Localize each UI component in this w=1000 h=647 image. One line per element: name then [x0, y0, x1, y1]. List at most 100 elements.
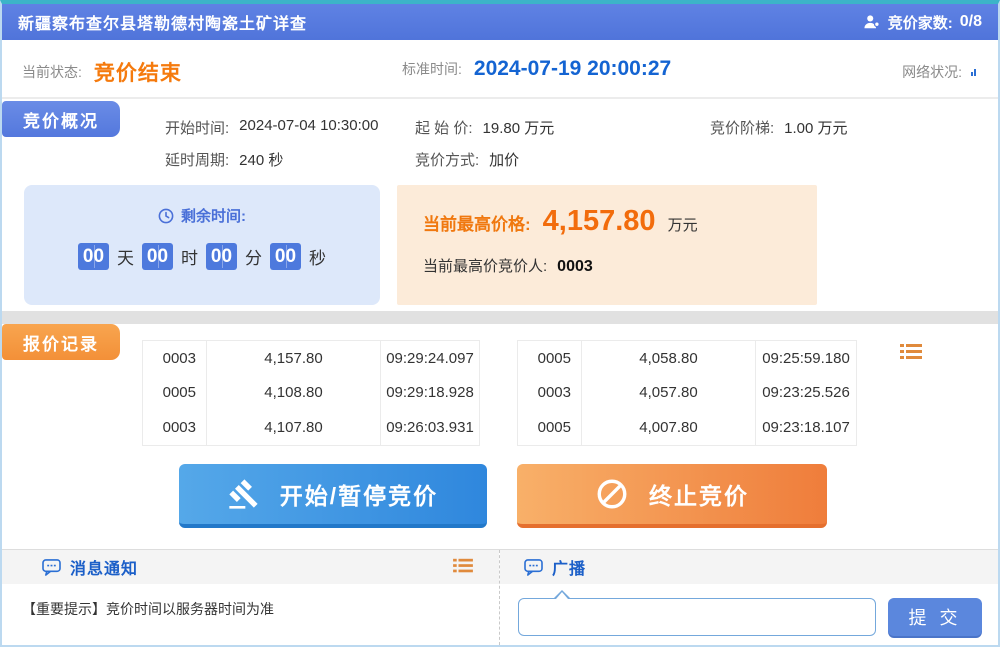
section-divider — [2, 311, 998, 324]
auction-page: 新疆察布查尔县塔勒德村陶瓷土矿详查 竞价家数: 0/8 当前状态: 竞价结束 标… — [0, 0, 1000, 647]
bidders-count: 竞价家数: 0/8 — [863, 12, 998, 33]
bidder-cell: 0005 — [518, 341, 582, 376]
field-bid-mode: 竞价方式: 加价 — [415, 149, 519, 170]
table-row: 0005 4,007.80 09:23:18.107 — [518, 410, 856, 445]
time-cell: 09:26:03.931 — [381, 410, 479, 445]
gavel-icon — [228, 478, 260, 510]
countdown-panel: 剩余时间: 00 天 00 时 00 分 00 秒 — [24, 185, 380, 305]
table-row: 0003 4,157.80 09:29:24.097 — [143, 341, 479, 376]
broadcast-title: 广播 — [552, 555, 586, 579]
bidders-value: 0/8 — [960, 13, 982, 31]
highest-price-row: 当前最高价格: 4,157.80 万元 — [423, 205, 817, 238]
price-cell: 4,007.80 — [582, 410, 756, 445]
highest-price-panel: 当前最高价格: 4,157.80 万元 当前最高价竞价人: 0003 — [397, 185, 817, 305]
broadcast-input-row: 提 交 — [500, 584, 998, 636]
highest-bidder-row: 当前最高价竞价人: 0003 — [423, 255, 817, 276]
message-bubble-icon — [42, 559, 61, 576]
bidder-cell: 0005 — [518, 410, 582, 445]
countdown-label-row: 剩余时间: — [24, 205, 380, 226]
state-label: 当前状态: — [22, 62, 82, 82]
unit-seconds: 秒 — [309, 244, 326, 269]
network-label: 网络状况: — [902, 62, 962, 82]
unit-days: 天 — [117, 244, 134, 269]
countdown-days: 00 — [78, 243, 109, 270]
time-label: 标准时间: — [402, 59, 462, 79]
list-icon — [900, 342, 922, 362]
field-increment: 竞价阶梯: 1.00 万元 — [710, 117, 848, 138]
time-cell: 09:29:24.097 — [381, 341, 479, 376]
notice-list-icon[interactable] — [453, 557, 473, 578]
state-value: 竞价结束 — [94, 57, 182, 87]
field-value: 1.00 万元 — [784, 117, 847, 138]
notice-header: 消息通知 — [2, 550, 499, 584]
time-value: 2024-07-19 20:00:27 — [474, 57, 671, 81]
notice-panel: 消息通知 【重要提示】竞价时间以服务器时间为准 — [2, 550, 499, 645]
prohibit-icon — [595, 477, 629, 511]
table-row: 0005 4,108.80 09:29:18.928 — [143, 376, 479, 411]
list-icon — [453, 557, 473, 575]
countdown-digits: 00 天 00 时 00 分 00 秒 — [24, 243, 380, 270]
signal-icon — [971, 69, 976, 76]
highest-price-value: 4,157.80 — [543, 205, 656, 238]
field-delay-period: 延时周期: 240 秒 — [165, 149, 283, 170]
time-cell: 09:25:59.180 — [756, 341, 856, 376]
bidder-cell: 0005 — [143, 376, 207, 411]
field-label: 竞价方式: — [415, 149, 479, 170]
field-label: 开始时间: — [165, 117, 229, 138]
bidder-cell: 0003 — [143, 410, 207, 445]
bid-table-left: 0003 4,157.80 09:29:24.097 0005 4,108.80… — [142, 340, 480, 446]
unit-hours: 时 — [181, 244, 198, 269]
bidder-cell: 0003 — [143, 341, 207, 376]
field-label: 起 始 价: — [415, 117, 473, 138]
highest-price-unit: 万元 — [668, 214, 698, 235]
time-cell: 09:23:25.526 — [756, 376, 856, 411]
field-label: 延时周期: — [165, 149, 229, 170]
current-state: 当前状态: 竞价结束 — [22, 57, 182, 87]
records-section: 报价记录 0003 4,157.80 09:29:24.097 0005 4,1… — [2, 324, 998, 549]
message-bubble-icon — [524, 559, 543, 576]
price-cell: 4,058.80 — [582, 341, 756, 376]
page-title: 新疆察布查尔县塔勒德村陶瓷土矿详查 — [2, 10, 307, 34]
price-cell: 4,057.80 — [582, 376, 756, 411]
broadcast-header: 广播 — [500, 550, 998, 584]
terminate-label: 终止竞价 — [649, 477, 749, 511]
broadcast-input-wrap — [518, 598, 876, 636]
records-list-icon[interactable] — [900, 342, 922, 365]
broadcast-panel: 广播 提 交 — [499, 550, 998, 645]
countdown-label: 剩余时间: — [181, 205, 246, 226]
countdown-seconds: 00 — [270, 243, 301, 270]
highest-bidder-value: 0003 — [557, 258, 593, 276]
table-row: 0003 4,107.80 09:26:03.931 — [143, 410, 479, 445]
countdown-minutes: 00 — [206, 243, 237, 270]
title-bar: 新疆察布查尔县塔勒德村陶瓷土矿详查 竞价家数: 0/8 — [2, 4, 998, 40]
notice-title: 消息通知 — [70, 555, 138, 579]
unit-minutes: 分 — [245, 244, 262, 269]
notice-message: 【重要提示】竞价时间以服务器时间为准 — [2, 584, 499, 619]
broadcast-input[interactable] — [518, 598, 876, 636]
highest-bidder-label: 当前最高价竞价人: — [423, 255, 547, 276]
table-row: 0003 4,057.80 09:23:25.526 — [518, 376, 856, 411]
field-value: 19.80 万元 — [483, 117, 555, 138]
status-bar: 当前状态: 竞价结束 标准时间: 2024-07-19 20:00:27 网络状… — [2, 40, 998, 99]
users-icon — [863, 14, 881, 30]
server-time: 标准时间: 2024-07-19 20:00:27 — [402, 57, 671, 81]
start-pause-button[interactable]: 开始/暂停竞价 — [179, 464, 487, 528]
price-cell: 4,108.80 — [207, 376, 381, 411]
submit-button[interactable]: 提 交 — [888, 598, 982, 636]
price-cell: 4,107.80 — [207, 410, 381, 445]
terminate-button[interactable]: 终止竞价 — [517, 464, 827, 528]
field-start-price: 起 始 价: 19.80 万元 — [415, 117, 554, 138]
table-row: 0005 4,058.80 09:25:59.180 — [518, 341, 856, 376]
field-value: 2024-07-04 10:30:00 — [239, 117, 378, 138]
field-start-time: 开始时间: 2024-07-04 10:30:00 — [165, 117, 378, 138]
price-cell: 4,157.80 — [207, 341, 381, 376]
time-cell: 09:29:18.928 — [381, 376, 479, 411]
overview-section: 竞价概况 开始时间: 2024-07-04 10:30:00 起 始 价: 19… — [2, 101, 998, 311]
bottom-section: 消息通知 【重要提示】竞价时间以服务器时间为准 广播 — [2, 549, 998, 645]
bidders-label: 竞价家数: — [888, 12, 953, 33]
field-label: 竞价阶梯: — [710, 117, 774, 138]
bidder-cell: 0003 — [518, 376, 582, 411]
network-status: 网络状况: — [902, 62, 976, 82]
countdown-hours: 00 — [142, 243, 173, 270]
tab-overview: 竞价概况 — [2, 101, 120, 137]
